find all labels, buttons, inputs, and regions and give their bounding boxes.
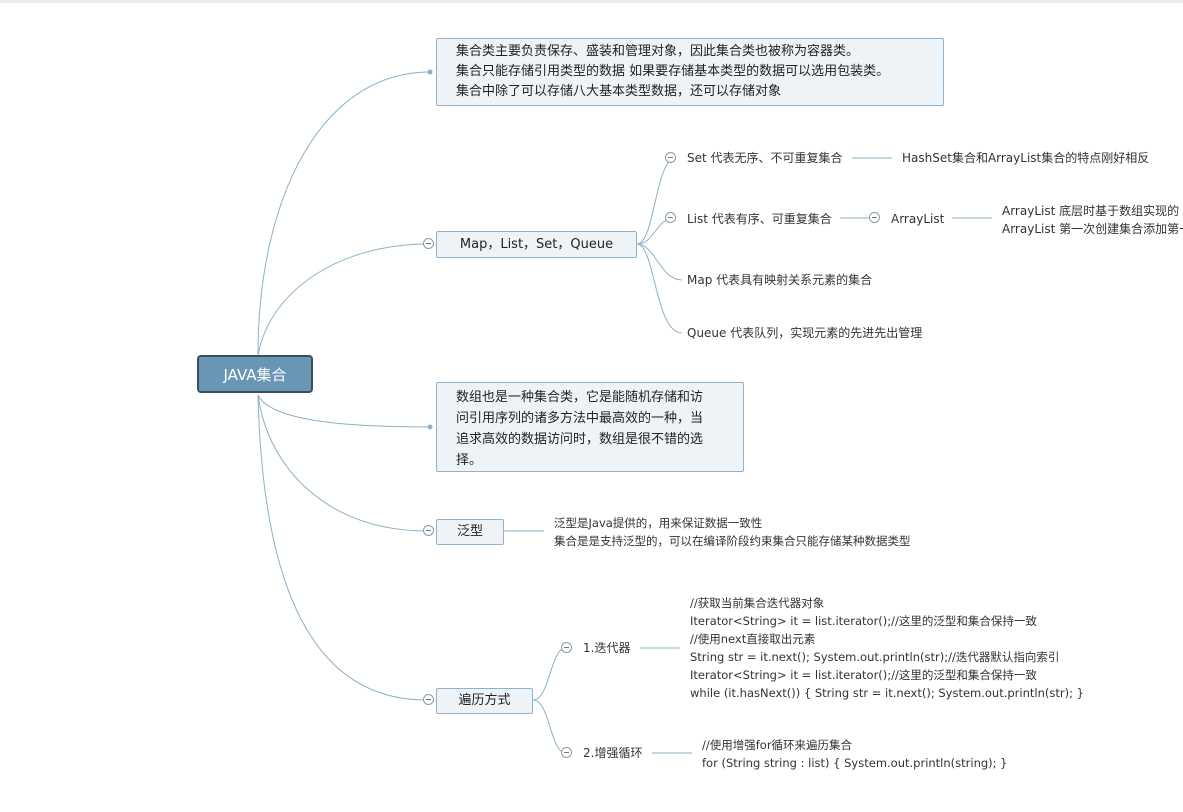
collapse-list-toggle[interactable] (665, 212, 676, 223)
collapse-traversal-toggle[interactable] (423, 694, 434, 705)
arraylist-note-2: ArrayList 第一次创建集合添加第一 (1002, 222, 1183, 236)
collapse-generics-toggle[interactable] (423, 525, 434, 536)
generics-topic[interactable]: 泛型 (436, 519, 504, 545)
intro-line-2: 集合只能存储引用类型的数据 如果要存储基本类型的数据可以选用包装类。 (456, 64, 890, 79)
foreach-code-2: for (String string : list) { System.out.… (702, 756, 1008, 770)
generics-topic-label: 泛型 (456, 524, 483, 539)
iterator-code-5: Iterator<String> it = list.iterator();//… (690, 668, 1037, 682)
intro-topic[interactable]: 集合类主要负责保存、盛装和管理对象，因此集合类也被称为容器类。 集合只能存储引用… (436, 38, 944, 106)
set-topic[interactable]: Set 代表无序、不可重复集合 (687, 149, 843, 167)
foreach-code-1: //使用增强for循环来遍历集合 (702, 738, 853, 752)
array-line-1: 数组也是一种集合类，它是能随机存储和访 (456, 390, 704, 405)
collapse-types-toggle[interactable] (423, 238, 434, 249)
iterator-topic[interactable]: 1.迭代器 (583, 639, 630, 657)
array-topic[interactable]: 数组也是一种集合类，它是能随机存储和访 问引用序列的诸多方法中最高效的一种，当 … (436, 382, 744, 472)
root-topic[interactable]: JAVA集合 (197, 355, 313, 393)
traversal-topic[interactable]: 遍历方式 (436, 688, 533, 714)
generics-note-1: 泛型是Java提供的，用来保证数据一致性 (554, 516, 763, 530)
array-line-3: 追求高效的数据访问时，数组是很不错的选 (456, 432, 704, 447)
queue-topic[interactable]: Queue 代表队列，实现元素的先进先出管理 (687, 324, 922, 342)
map-topic[interactable]: Map 代表具有映射关系元素的集合 (687, 271, 872, 289)
types-topic[interactable]: Map，List，Set，Queue (436, 231, 637, 258)
collapse-iterator-toggle[interactable] (561, 642, 572, 653)
traversal-topic-label: 遍历方式 (458, 693, 511, 708)
iterator-code-4: String str = it.next(); System.out.print… (690, 650, 1060, 664)
arraylist-note-1: ArrayList 底层时基于数组实现的 (1002, 204, 1180, 218)
foreach-topic[interactable]: 2.增强循环 (583, 744, 642, 762)
intro-line-3: 集合中除了可以存储八大基本类型数据，还可以存储对象 (456, 84, 782, 99)
iterator-code-2: Iterator<String> it = list.iterator();//… (690, 614, 1037, 628)
collapse-set-toggle[interactable] (665, 152, 676, 163)
collapse-arraylist-toggle[interactable] (869, 212, 880, 223)
array-line-2: 问引用序列的诸多方法中最高效的一种，当 (456, 411, 704, 426)
iterator-code-1: //获取当前集合迭代器对象 (690, 596, 825, 610)
collapse-foreach-toggle[interactable] (561, 747, 572, 758)
iterator-code-3: //使用next直接取出元素 (690, 632, 816, 646)
set-note: HashSet集合和ArrayList集合的特点刚好相反 (902, 151, 1150, 165)
arraylist-topic[interactable]: ArrayList (891, 210, 944, 228)
array-line-4: 择。 (456, 453, 483, 468)
list-topic[interactable]: List 代表有序、可重复集合 (687, 210, 832, 228)
root-topic-label: JAVA集合 (223, 365, 287, 384)
types-topic-label: Map，List，Set，Queue (459, 236, 614, 252)
generics-note-2: 集合是是支持泛型的，可以在编译阶段约束集合只能存储某种数据类型 (554, 534, 911, 548)
intro-line-1: 集合类主要负责保存、盛装和管理对象，因此集合类也被称为容器类。 (456, 44, 860, 59)
iterator-code-6: while (it.hasNext()) { String str = it.n… (690, 686, 1084, 700)
